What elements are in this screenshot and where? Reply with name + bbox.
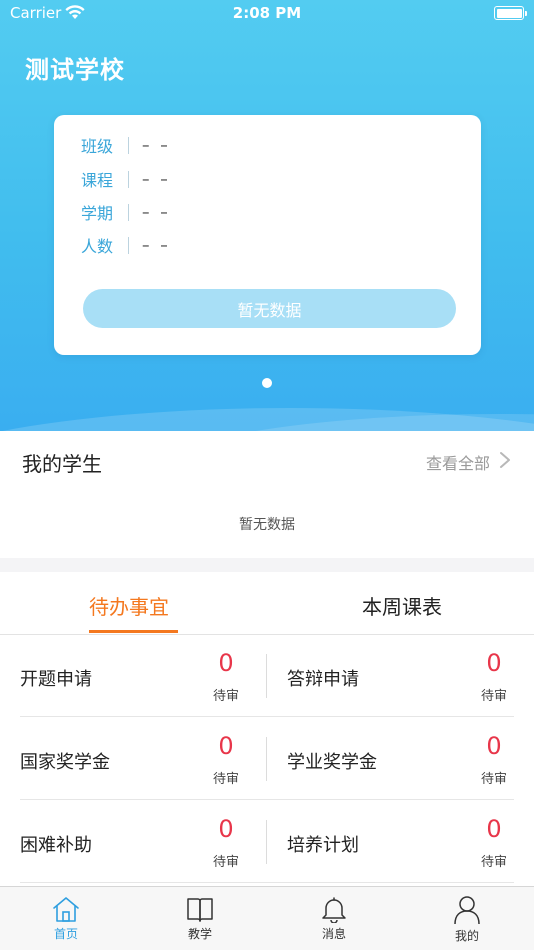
pending-count: 0 <box>486 649 502 677</box>
tabbar-label: 消息 <box>321 927 346 941</box>
todo-item-label: 开题申请 <box>20 669 92 690</box>
divider <box>266 820 267 864</box>
pending-status: 待审 <box>480 689 507 704</box>
divider <box>20 716 514 717</box>
active-tab-indicator <box>89 630 178 633</box>
pending-count: 0 <box>486 815 502 843</box>
tabbar-label: 我的 <box>454 929 479 943</box>
info-label: 班级 <box>81 137 114 156</box>
tabbar-item-me[interactable]: 我的 <box>427 895 507 944</box>
divider <box>266 654 267 698</box>
info-value: – – <box>142 236 171 254</box>
header-banner: Carrier 2:08 PM 测试学校 班级 – – 课程 – – 学期 – … <box>0 0 534 431</box>
tabbar-item-home[interactable]: 首页 <box>26 895 106 942</box>
todo-section: 待办事宜 本周课表 开题申请 0 待审 答辩申请 0 待审 国家奖学金 0 待审… <box>0 572 534 886</box>
tabbar-item-teaching[interactable]: 教学 <box>160 895 240 942</box>
empty-state-text: 暂无数据 <box>239 517 295 533</box>
tabbar-label: 教学 <box>187 927 212 941</box>
home-icon <box>53 897 79 922</box>
battery-icon <box>494 6 527 20</box>
info-value: – – <box>142 203 171 221</box>
view-all-link[interactable]: 查看全部 <box>426 450 490 474</box>
pending-status: 待审 <box>212 772 239 787</box>
todo-row: 困难补助 0 待审 培养计划 0 待审 <box>0 801 534 883</box>
info-label: 人数 <box>81 237 114 256</box>
clock: 2:08 PM <box>232 4 302 22</box>
todo-row: 开题申请 0 待审 答辩申请 0 待审 <box>0 635 534 717</box>
divider <box>20 799 514 800</box>
tab-weekly-schedule[interactable]: 本周课表 <box>362 591 442 620</box>
class-info-card[interactable]: 班级 – – 课程 – – 学期 – – 人数 – – 暂无数据 <box>54 115 481 355</box>
info-value: – – <box>142 170 171 188</box>
info-row-class: 班级 – – <box>81 134 171 156</box>
school-name: 测试学校 <box>25 56 125 84</box>
pending-status: 待审 <box>480 772 507 787</box>
pending-count: 0 <box>218 649 234 677</box>
bell-icon <box>322 897 346 923</box>
pending-status: 待审 <box>212 855 239 870</box>
pending-status: 待审 <box>480 855 507 870</box>
info-row-course: 课程 – – <box>81 168 171 190</box>
no-data-button[interactable]: 暂无数据 <box>83 289 456 328</box>
divider <box>128 170 129 188</box>
divider <box>128 236 129 254</box>
tabbar-item-messages[interactable]: 消息 <box>294 895 374 942</box>
tabbar-label: 首页 <box>53 927 78 941</box>
pending-count: 0 <box>218 815 234 843</box>
todo-row: 国家奖学金 0 待审 学业奖学金 0 待审 <box>0 718 534 800</box>
divider <box>266 737 267 781</box>
todo-item-label: 国家奖学金 <box>20 752 110 773</box>
tab-todo[interactable]: 待办事宜 <box>89 591 169 620</box>
chevron-right-icon[interactable] <box>498 451 512 469</box>
pending-status: 待审 <box>212 689 239 704</box>
person-icon <box>454 896 480 925</box>
todo-item-label: 学业奖学金 <box>287 752 377 773</box>
info-row-headcount: 人数 – – <box>81 234 171 256</box>
divider <box>128 136 129 154</box>
divider <box>128 203 129 221</box>
todo-item-label: 困难补助 <box>20 835 92 856</box>
status-bar: Carrier 2:08 PM <box>0 0 534 28</box>
section-title: 我的学生 <box>22 452 102 476</box>
book-icon <box>187 898 213 922</box>
pending-count: 0 <box>218 732 234 760</box>
my-students-section: 我的学生 查看全部 暂无数据 <box>0 431 534 558</box>
info-value: – – <box>142 136 171 154</box>
bottom-tab-bar: 首页 教学 消息 我的 <box>0 886 534 950</box>
info-label: 学期 <box>81 204 114 223</box>
pending-count: 0 <box>486 732 502 760</box>
todo-item-label: 培养计划 <box>287 835 359 856</box>
info-label: 课程 <box>81 171 114 190</box>
todo-item-label: 答辩申请 <box>287 669 359 690</box>
page-indicator-dot[interactable] <box>262 378 272 388</box>
divider <box>20 882 514 883</box>
info-row-term: 学期 – – <box>81 201 171 223</box>
